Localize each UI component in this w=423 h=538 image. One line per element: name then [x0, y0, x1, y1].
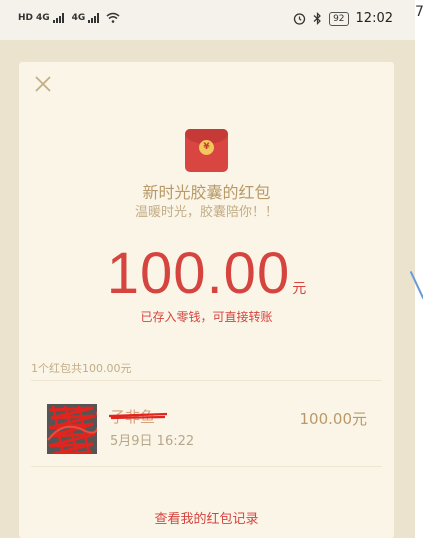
battery-indicator: 92 — [329, 11, 349, 26]
status-right: 92 12:02 — [293, 11, 393, 26]
avatar — [47, 404, 97, 454]
received-time: 5月9日 16:22 — [110, 434, 195, 449]
amount-value: 100.00 — [106, 241, 291, 306]
signal-indicators: HD 4G 4G — [18, 12, 120, 23]
packet-subtitle: 温暖时光，胶囊陪你！！ — [134, 205, 278, 220]
redaction-strike — [109, 412, 168, 420]
background-app-edge: 7 — [409, 0, 423, 538]
packet-title: 新时光胶囊的红包 — [142, 183, 271, 202]
hd-label: HD — [18, 12, 34, 23]
status-bar: HD 4G 4G 92 12:02 — [0, 0, 415, 40]
divider — [31, 380, 382, 381]
edge-line — [409, 270, 423, 300]
deposit-note[interactable]: 已存入零钱，可直接转账 — [19, 308, 394, 325]
view-history-link[interactable]: 查看我的红包记录 — [19, 508, 394, 527]
signal-icon — [88, 12, 100, 23]
alarm-icon — [293, 13, 306, 25]
network-label-2: 4G — [71, 12, 86, 23]
red-packet-icon: ¥ — [185, 129, 228, 172]
clock: 12:02 — [355, 11, 393, 26]
yuan-coin-icon: ¥ — [199, 140, 214, 155]
close-icon[interactable] — [33, 74, 53, 94]
packet-summary: 1个红包共100.00元 — [31, 362, 132, 375]
received-amount: 100.00元 — [299, 410, 368, 428]
edge-text: 7 — [415, 4, 423, 20]
network-label: 4G — [36, 12, 50, 23]
divider — [31, 466, 382, 467]
red-packet-detail-card: ¥ 新时光胶囊的红包 温暖时光，胶囊陪你！！ 100.00 元 已存入零钱，可直接… — [19, 62, 394, 538]
wifi-icon — [106, 12, 120, 23]
redaction-scribble — [47, 404, 97, 454]
signal-icon — [52, 12, 64, 23]
list-item[interactable]: 子非鱼 5月9日 16:22 100.00元 — [19, 387, 394, 465]
amount-unit: 元 — [292, 281, 307, 297]
bluetooth-icon — [313, 12, 321, 25]
amount-block: 100.00 元 — [19, 240, 394, 307]
